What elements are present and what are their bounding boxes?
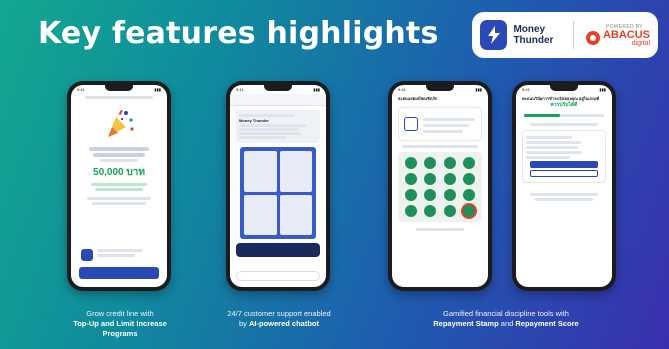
brand-divider bbox=[573, 21, 574, 49]
caption-stamp-bold: Repayment Stamp bbox=[433, 319, 499, 328]
chat-bubble: Money Thunder bbox=[236, 110, 320, 143]
phone-chatbot: 9:41 ▮▮▮ Money Thunder bbox=[226, 81, 330, 291]
credit-amount: 50,000 บาท bbox=[93, 167, 145, 178]
score-progress bbox=[524, 114, 604, 117]
caption-discipline: Gamified financial discipline tools with… bbox=[433, 309, 579, 328]
phone-repayment-stamp: 9:41 ▮▮▮ สะสมแสตมป์ชดเชิกภัก bbox=[388, 81, 492, 291]
stamp-grid bbox=[398, 152, 482, 222]
partner-logo: POWERED BY ABACUS digital bbox=[585, 24, 651, 47]
money-thunder-logo-icon bbox=[480, 20, 508, 50]
partner-name: ABACUS bbox=[602, 28, 651, 41]
partner-sub: digital bbox=[631, 39, 651, 47]
score-detail-card bbox=[522, 130, 606, 183]
brand-box: Money Thunder POWERED BY ABACUS digital bbox=[472, 12, 658, 58]
accept-button[interactable] bbox=[79, 267, 159, 279]
caption-credit-line: Grow credit line with Top-Up and Limit I… bbox=[73, 309, 167, 338]
score-secondary-button[interactable] bbox=[530, 170, 598, 177]
page-title: Key features highlights bbox=[38, 16, 439, 51]
chat-title: Money Thunder bbox=[239, 118, 269, 123]
stamp-info-card bbox=[398, 107, 482, 141]
caption-chatbot: 24/7 customer support enabled by AI-powe… bbox=[227, 309, 331, 328]
score-status: ควรปรับได้ดี bbox=[550, 102, 578, 108]
score-primary-button[interactable] bbox=[530, 161, 598, 168]
brand-name: Money Thunder bbox=[513, 24, 554, 46]
phone-credit-line: 9:41 ▮▮▮ 50,000 บาท bbox=[67, 81, 171, 291]
chat-bubble-dark bbox=[236, 243, 320, 257]
caption-credit-line-bold: Top-Up and Limit Increase Programs bbox=[73, 319, 167, 338]
chat-header bbox=[230, 94, 326, 106]
chat-input[interactable] bbox=[236, 271, 320, 281]
app-icon bbox=[81, 249, 93, 261]
calendar-icon bbox=[404, 117, 418, 131]
phone-repayment-score: 9:41 ▮▮▮ คะแนนวินัยการชำระเงินของคุณ อยู่… bbox=[512, 81, 616, 291]
stamp-title: สะสมแสตมป์ชดเชิกภัก bbox=[398, 96, 438, 101]
party-popper-icon bbox=[102, 107, 136, 141]
abacus-logo-icon bbox=[585, 31, 600, 45]
caption-score-bold: Repayment Score bbox=[515, 319, 579, 328]
chat-image-carousel[interactable] bbox=[240, 147, 316, 239]
caption-chatbot-bold: AI-powered chatbot bbox=[249, 319, 320, 328]
